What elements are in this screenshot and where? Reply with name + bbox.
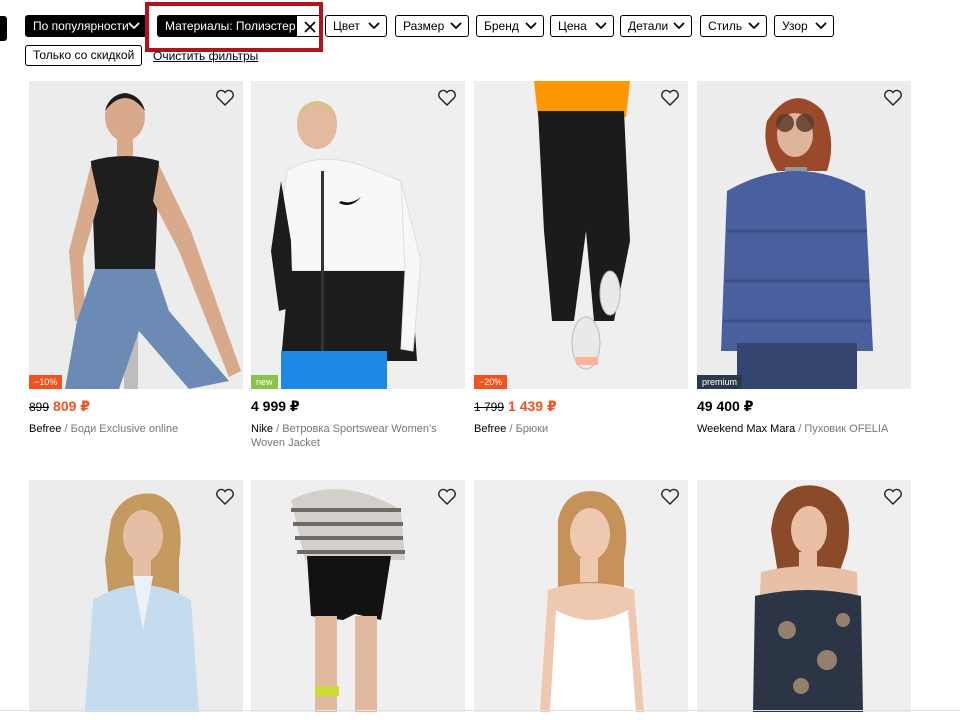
discount-badge: −10% bbox=[29, 375, 63, 389]
product-brand: Weekend Max Mara bbox=[697, 423, 796, 435]
current-price: 4 999 ₽ bbox=[251, 398, 300, 414]
product-photo[interactable] bbox=[697, 480, 911, 712]
product-photo[interactable] bbox=[29, 480, 243, 712]
old-price: 899 bbox=[29, 400, 50, 414]
product-card[interactable]: new 4 999 ₽ Nike / Ветровка Sportswear W… bbox=[251, 81, 465, 450]
chevron-down-icon bbox=[815, 22, 827, 30]
old-price: 1 799 bbox=[474, 400, 505, 414]
new-badge: new bbox=[251, 375, 278, 389]
model-photo bbox=[474, 81, 688, 389]
style-filter-dropdown[interactable]: Стиль bbox=[700, 15, 767, 37]
product-description[interactable]: Befree / Боди Exclusive online bbox=[29, 422, 239, 436]
product-description[interactable]: Nike / Ветровка Sportswear Women's Woven… bbox=[251, 422, 461, 450]
product-description[interactable]: Befree / Брюки bbox=[474, 422, 684, 436]
sort-dropdown[interactable]: По популярности bbox=[25, 15, 147, 37]
product-brand: Nike bbox=[251, 423, 274, 435]
chevron-down-icon bbox=[673, 22, 685, 30]
chevron-down-icon bbox=[748, 22, 760, 30]
product-photo[interactable]: premium bbox=[697, 81, 911, 389]
product-name: Пуховик OFELIA bbox=[804, 423, 889, 435]
pattern-filter-dropdown[interactable]: Узор bbox=[774, 15, 834, 37]
size-filter-dropdown[interactable]: Размер bbox=[395, 15, 469, 37]
heart-icon[interactable] bbox=[215, 89, 235, 107]
model-photo bbox=[474, 480, 688, 712]
material-filter-chip[interactable]: Материалы: Полиэстер bbox=[157, 15, 304, 37]
model-photo bbox=[251, 81, 465, 389]
chevron-down-icon bbox=[128, 22, 140, 30]
product-card[interactable] bbox=[474, 480, 688, 712]
details-filter-dropdown[interactable]: Детали bbox=[620, 15, 692, 37]
discount-only-label: Только со скидкой bbox=[33, 48, 135, 62]
model-photo bbox=[29, 480, 243, 712]
left-edge-tab bbox=[0, 16, 7, 41]
heart-icon[interactable] bbox=[437, 488, 457, 506]
heart-icon[interactable] bbox=[883, 89, 903, 107]
heart-icon[interactable] bbox=[215, 488, 235, 506]
product-photo[interactable]: new bbox=[251, 81, 465, 389]
product-card[interactable]: −10% 899 809 ₽ Befree / Боди Exclusive on… bbox=[29, 81, 243, 436]
style-filter-label: Стиль bbox=[708, 19, 743, 33]
clear-filters-link[interactable]: Очистить фильтры bbox=[153, 49, 258, 63]
product-brand: Befree bbox=[29, 423, 62, 435]
current-price: 809 ₽ bbox=[53, 398, 91, 414]
price-line: 899 809 ₽ bbox=[29, 398, 243, 418]
heart-icon[interactable] bbox=[883, 488, 903, 506]
model-photo bbox=[29, 81, 243, 389]
product-name: Боди Exclusive online bbox=[70, 423, 179, 435]
product-photo[interactable]: −20% bbox=[474, 81, 688, 389]
price-line: 49 400 ₽ bbox=[697, 398, 911, 418]
product-name: Брюки bbox=[515, 423, 549, 435]
price-filter-dropdown[interactable]: Цена bbox=[550, 15, 614, 37]
chevron-down-icon bbox=[525, 22, 537, 30]
product-brand: Befree bbox=[474, 423, 507, 435]
size-filter-label: Размер bbox=[403, 19, 445, 33]
product-card[interactable] bbox=[251, 480, 465, 712]
model-photo bbox=[697, 81, 911, 389]
bottom-divider bbox=[0, 710, 960, 711]
price-line: 1 799 1 439 ₽ bbox=[474, 398, 688, 418]
price-filter-label: Цена bbox=[558, 19, 587, 33]
product-card[interactable] bbox=[697, 480, 911, 712]
sort-label: По популярности bbox=[33, 19, 129, 33]
product-photo[interactable]: −10% bbox=[29, 81, 243, 389]
product-description[interactable]: Weekend Max Mara / Пуховик OFELIA bbox=[697, 422, 907, 436]
product-card[interactable] bbox=[29, 480, 243, 712]
heart-icon[interactable] bbox=[660, 488, 680, 506]
chevron-down-icon bbox=[368, 22, 380, 30]
heart-icon[interactable] bbox=[437, 89, 457, 107]
close-icon bbox=[304, 21, 316, 33]
product-card[interactable]: premium 49 400 ₽ Weekend Max Mara / Пухо… bbox=[697, 81, 911, 436]
chevron-down-icon bbox=[450, 22, 462, 30]
remove-material-filter-button[interactable] bbox=[296, 15, 322, 37]
price-line: 4 999 ₽ bbox=[251, 398, 465, 418]
heart-icon[interactable] bbox=[660, 89, 680, 107]
discount-badge: −20% bbox=[474, 375, 508, 389]
model-photo bbox=[251, 480, 465, 712]
current-price: 1 439 ₽ bbox=[508, 398, 557, 414]
details-filter-label: Детали bbox=[628, 19, 669, 33]
discount-only-toggle[interactable]: Только со скидкой bbox=[25, 45, 143, 66]
chevron-down-icon bbox=[595, 22, 607, 30]
material-filter-label: Материалы: Полиэстер bbox=[165, 19, 296, 33]
current-price: 49 400 ₽ bbox=[697, 398, 754, 414]
brand-filter-dropdown[interactable]: Бренд bbox=[476, 15, 544, 37]
product-name: Ветровка Sportswear Women's Woven Jacket bbox=[251, 423, 437, 449]
model-photo bbox=[697, 480, 911, 712]
product-photo[interactable] bbox=[474, 480, 688, 712]
product-photo[interactable] bbox=[251, 480, 465, 712]
product-card[interactable]: −20% 1 799 1 439 ₽ Befree / Брюки bbox=[474, 81, 688, 436]
pattern-filter-label: Узор bbox=[782, 19, 808, 33]
premium-badge: premium bbox=[697, 375, 743, 389]
color-filter-label: Цвет bbox=[333, 19, 360, 33]
brand-filter-label: Бренд bbox=[484, 19, 519, 33]
color-filter-dropdown[interactable]: Цвет bbox=[325, 15, 387, 37]
